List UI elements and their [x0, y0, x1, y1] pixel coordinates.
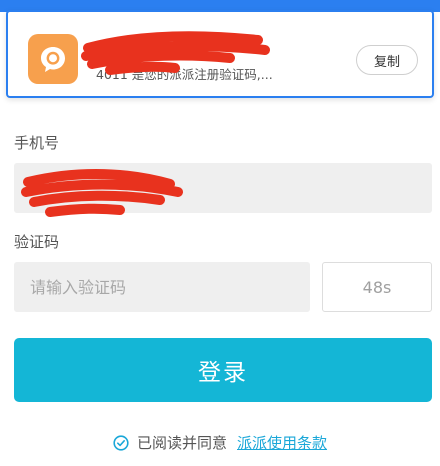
- code-input[interactable]: [14, 262, 310, 312]
- login-button[interactable]: 登录: [14, 338, 432, 402]
- phone-label: 手机号: [14, 134, 60, 152]
- app-icon: [28, 34, 78, 84]
- phone-input[interactable]: [14, 163, 432, 213]
- terms-link[interactable]: 派派使用条款: [237, 432, 327, 453]
- code-label: 验证码: [14, 233, 60, 251]
- notification-body: 4011 是您的派派注册验证码,...: [96, 67, 273, 82]
- agreement-row: 已阅读并同意 派派使用条款: [0, 432, 440, 453]
- countdown-button[interactable]: 48s: [322, 262, 432, 312]
- agreement-text: 已阅读并同意: [136, 434, 227, 452]
- checkbox-checked-icon[interactable]: [113, 434, 129, 451]
- copy-button[interactable]: 复制: [356, 45, 418, 75]
- chat-bubble-icon: [41, 47, 65, 72]
- sms-notification[interactable]: 4011 是您的派派注册验证码,... 复制: [6, 10, 434, 98]
